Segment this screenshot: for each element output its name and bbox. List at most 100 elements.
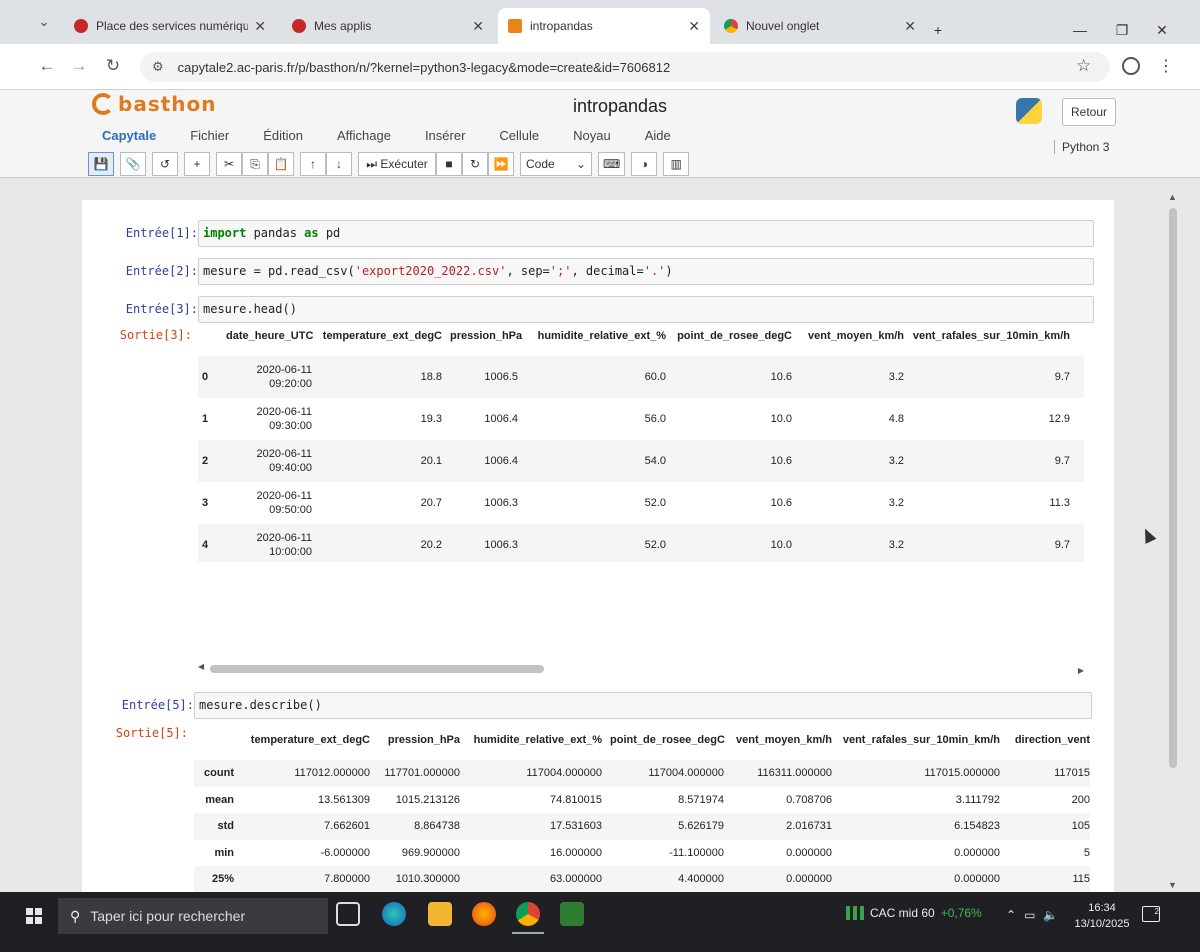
new-tab-button[interactable]: + [918,22,958,38]
code-cell[interactable]: import pandas as pd [198,220,1094,247]
browser-menu-icon[interactable]: ⋮ [1158,56,1174,76]
browser-tab-bar: ⌄ Place des services numériques ✕ Mes ap… [0,0,1200,44]
contrast-icon[interactable]: ◑ [631,152,658,176]
chevron-up-icon[interactable]: ⌃ [1006,908,1016,922]
capytale-icon [74,19,88,33]
table-header-row: temperature_ext_degC pression_hPa humidite… [194,720,1090,760]
menu-aide[interactable]: Aide [643,128,673,143]
menu-inserer[interactable]: Insérer [423,128,467,143]
menu-fichier[interactable]: Fichier [188,128,231,143]
menu-noyau[interactable]: Noyau [571,128,613,143]
kernel-indicator[interactable]: Python 3 [1054,140,1109,154]
add-cell-icon[interactable]: + [184,152,210,176]
browser-tab[interactable]: Place des services numériques ✕ [64,8,276,44]
retour-button[interactable]: Retour [1062,98,1116,126]
close-icon[interactable]: ✕ [472,18,484,35]
edge-icon[interactable] [382,902,406,926]
stock-widget[interactable]: CAC mid 60 +0,76% [846,906,982,920]
code-cell[interactable]: mesure = pd.read_csv('export2020_2022.cs… [198,258,1094,285]
file-explorer-icon[interactable] [428,902,452,926]
tab-search-button[interactable]: ⌄ [30,10,58,34]
row-index: 4 [202,539,209,551]
notebook-header: basthon intropandas Retour Capytale Fich… [0,90,1200,178]
browser-tab[interactable]: Nouvel onglet ✕ [714,8,926,44]
close-icon[interactable]: ✕ [688,18,700,35]
move-down-icon[interactable]: ↓ [326,152,352,176]
copy-icon[interactable]: ⎘ [242,152,268,176]
table-row: std 7.662601 8.864738 17.531603 5.626179 2.01… [194,813,1090,840]
site-info-icon[interactable]: ⚙ [152,59,164,75]
table-cell: 117701.000000 [384,767,460,780]
scroll-right-arrow[interactable]: ▶ [1078,666,1084,675]
table-cell: 13.561309 [318,793,370,806]
menu-edition[interactable]: Édition [261,128,305,143]
url-field[interactable]: ⚙ capytale2.ac-paris.fr/p/basthon/n/?ker… [140,52,1110,82]
close-icon[interactable]: ✕ [904,18,916,35]
taskbar-clock[interactable]: 16:34 13/10/2025 [1070,900,1134,932]
volume-icon[interactable]: 🔈 [1043,908,1058,922]
basthon-logo-icon [92,93,114,115]
firefox-icon[interactable] [472,902,496,926]
date-value: 2020-06-11 [256,364,312,376]
restart-icon[interactable]: ↻ [462,152,488,176]
keyboard-icon[interactable]: ⌨ [598,152,626,176]
code-cell[interactable]: mesure.describe() [194,692,1092,719]
scroll-thumb[interactable] [1169,208,1177,768]
move-group: ↑ ↓ [300,152,352,176]
column-header: point_de_rosee_degC [677,330,792,342]
cut-icon[interactable]: ✂ [216,152,242,176]
table-cell: 117004.000000 [648,767,724,780]
chrome-taskbar-icon[interactable] [512,902,544,934]
scroll-left-arrow[interactable]: ◀ [198,662,204,671]
datetime-cell: 2020-06-11 09:40:00 [222,440,316,482]
windows-start-icon[interactable] [26,908,42,924]
scroll-up-arrow[interactable]: ▲ [1168,192,1177,202]
basthon-logo: basthon [92,92,217,116]
task-view-icon[interactable] [336,902,360,926]
scroll-down-arrow[interactable]: ▼ [1168,880,1177,890]
notebook-title[interactable]: intropandas [520,96,720,117]
table-row: 1 2020-06-11 09:30:00 19.3 1006.4 56.0 10.0 4.8… [198,398,1084,440]
reload-icon[interactable]: ↻ [100,56,126,76]
bookmark-star-icon[interactable]: ☆ [1076,56,1091,76]
run-button[interactable]: ⏭ Exécuter [358,152,436,176]
basthon-logo-text: basthon [118,92,217,116]
stop-icon[interactable]: ■ [436,152,462,176]
menu-cellule[interactable]: Cellule [497,128,541,143]
date-value: 2020-06-11 [256,406,312,418]
notebook-toolbar: 💾 📎 ↺ + ✂ ⎘ 📋 ↑ ↓ ⏭ Exécuter ■ ↻ ⏩ Code … [88,152,695,176]
network-icon[interactable]: ▭ [1024,908,1035,922]
menu-affichage[interactable]: Affichage [335,128,393,143]
table-cell: 10.0 [770,539,792,551]
table-cell: 1006.4 [484,413,518,425]
browser-tab[interactable]: Mes applis ✕ [282,8,494,44]
move-up-icon[interactable]: ↑ [300,152,326,176]
chart-icon[interactable]: ▥ [663,152,690,176]
page-scrollbar[interactable]: ▲ ▼ [1166,190,1180,890]
scroll-thumb[interactable] [210,665,544,673]
horizontal-scrollbar[interactable]: ◀ ▶ [198,662,1084,676]
save-icon[interactable]: 💾 [88,152,114,176]
table-index-header [194,720,238,760]
paste-icon[interactable]: 📋 [268,152,294,176]
code-text: mesure = pd.read_csv( [203,264,355,278]
minimize-button[interactable]: — [1060,22,1100,38]
profile-icon[interactable] [1122,57,1140,75]
notification-icon[interactable]: 2 [1142,906,1160,922]
table-cell: 5.626179 [678,820,724,833]
run-icon: ⏭ [366,156,378,171]
forward-arrow-icon[interactable]: → [66,56,92,76]
app-taskbar-icon[interactable] [560,902,584,926]
undo-icon[interactable]: ↺ [152,152,178,176]
taskbar-search-field[interactable]: ⚲ Taper ici pour rechercher [58,898,328,934]
fast-forward-icon[interactable]: ⏩ [488,152,514,176]
close-window-button[interactable]: ✕ [1142,22,1182,39]
back-arrow-icon[interactable]: ← [34,56,60,76]
attach-icon[interactable]: 📎 [120,152,146,176]
cell-type-select[interactable]: Code ⌄ [520,152,592,176]
browser-tab-active[interactable]: intropandas ✕ [498,8,710,44]
maximize-button[interactable]: ❐ [1102,22,1142,39]
close-icon[interactable]: ✕ [254,18,266,35]
menu-capytale[interactable]: Capytale [100,128,158,143]
stock-name: CAC mid 60 [870,906,935,920]
